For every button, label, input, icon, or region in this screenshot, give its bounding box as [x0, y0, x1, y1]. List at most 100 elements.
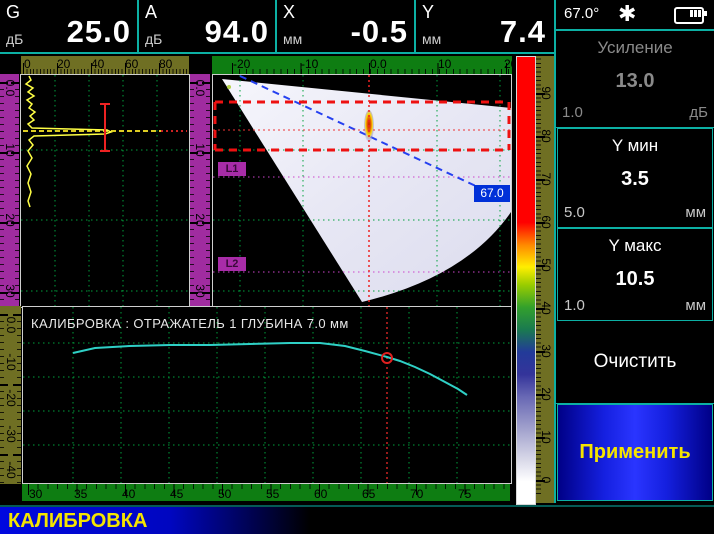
freeze-icon: ✱ — [618, 1, 636, 27]
ascan-amplitude-ruler: 0 20 40 60 80 — [21, 56, 189, 74]
tick-label: 10 — [438, 58, 451, 70]
tick-label: 60 — [540, 215, 552, 228]
readout-value: 94.0 — [205, 14, 269, 50]
sidebar-menu: 67.0° ✱ Усиление 13.0 1.0 дБ Y мин 3.5 5… — [554, 0, 714, 503]
apply-button[interactable]: Применить — [557, 404, 713, 501]
calibration-title: КАЛИБРОВКА : ОТРАЖАТЕЛЬ 1 ГЛУБИНА 7.0 мм — [31, 316, 349, 331]
menu-item-y-min[interactable]: Y мин 3.5 5.0 мм — [557, 128, 713, 228]
ascan-depth-ruler-left: 0.0 10 20 30 — [0, 74, 19, 308]
tick-label: 0.0 — [370, 58, 387, 70]
tick-label: 10 — [540, 430, 552, 443]
ascan-plot — [20, 74, 190, 308]
tick-label: 35 — [74, 488, 87, 500]
menu-item-value: 10.5 — [558, 268, 712, 291]
tick-label: 30 — [540, 344, 552, 357]
menu-item-step: 1.0 — [564, 297, 585, 314]
sector-plot-canvas — [213, 75, 511, 307]
readout-x: X мм -0.5 — [277, 0, 416, 52]
menu-item-title: Y мин — [558, 136, 712, 156]
menu-item-title: Y макс — [558, 236, 712, 256]
menu-item-value: 3.5 — [558, 168, 712, 191]
readout-letter: G — [6, 2, 20, 23]
colorbar-ruler: 9080706050403020100 — [536, 56, 555, 503]
top-measurement-bar: G дБ 25.0 A дБ 94.0 X мм -0.5 Y мм 7.4 — [0, 0, 554, 54]
tick-label: 90 — [540, 86, 552, 99]
readout-unit: мм — [422, 31, 441, 47]
tick-label: 10 — [194, 143, 206, 156]
tick-label: 0.0 — [4, 80, 16, 97]
tick-label: 20 — [4, 213, 16, 226]
readout-gain: G дБ 25.0 — [0, 0, 139, 52]
shared-depth-ruler: 0.0102030 — [190, 74, 210, 308]
ascan-trace — [26, 76, 111, 207]
tick-label: 20 — [540, 387, 552, 400]
menu-item-step: 1.0 — [562, 104, 583, 121]
calibration-plot: КАЛИБРОВКА : ОТРАЖАТЕЛЬ 1 ГЛУБИНА 7.0 мм — [22, 306, 512, 484]
layer-label-l2: L2 — [218, 257, 246, 271]
sector-plot: L1 L2 67.0 — [212, 74, 512, 308]
tick-label: -20 — [233, 58, 250, 70]
readout-unit: дБ — [145, 31, 162, 47]
tick-label: -20 — [5, 389, 17, 406]
readout-value: 25.0 — [67, 14, 131, 50]
bottom-status-bar: КАЛИБРОВКА — [0, 505, 714, 534]
tick-label: 50 — [218, 488, 231, 500]
menu-item-title: Усиление — [556, 38, 714, 58]
readout-letter: A — [145, 2, 157, 23]
calibration-plot-canvas — [23, 307, 511, 483]
tick-label: -30 — [5, 425, 17, 442]
tick-label: 65 — [362, 488, 375, 500]
menu-item-value: 13.0 — [556, 70, 714, 93]
clear-button[interactable]: Очистить — [556, 321, 714, 404]
tick-label: 40 — [91, 58, 104, 70]
tick-label: 80 — [159, 58, 172, 70]
tick-label: 20 — [194, 213, 206, 226]
current-mode-label: КАЛИБРОВКА — [8, 510, 147, 533]
readout-y: Y мм 7.4 — [416, 0, 552, 52]
tick-label: -40 — [5, 461, 17, 478]
calibration-db-ruler: 0.0-10-20-30-40 — [0, 306, 21, 484]
tick-label: 20 — [504, 58, 512, 70]
tick-label: 0.0 — [194, 80, 206, 97]
menu-item-gain[interactable]: Усиление 13.0 1.0 дБ — [556, 31, 714, 128]
readout-letter: Y — [422, 2, 434, 23]
calibration-x-ruler: 30354045505560657075 — [22, 484, 510, 501]
tcg-curve — [73, 343, 467, 395]
layer-label-l1: L1 — [218, 162, 246, 176]
tick-label: 60 — [125, 58, 138, 70]
readout-value: 7.4 — [500, 14, 546, 50]
sector-surface-dot — [227, 85, 231, 89]
readout-amplitude: A дБ 94.0 — [139, 0, 277, 52]
tick-label: 0 — [540, 477, 552, 484]
tick-label: 30 — [29, 488, 42, 500]
menu-item-y-max[interactable]: Y макс 10.5 1.0 мм — [557, 228, 713, 321]
tick-label: 30 — [4, 284, 16, 297]
sector-x-ruler: -20 -10 0.0 10 20 — [212, 56, 512, 74]
readout-letter: X — [283, 2, 295, 23]
tick-label: 40 — [540, 301, 552, 314]
tick-label: 20 — [57, 58, 70, 70]
tick-label: 80 — [540, 129, 552, 142]
readout-unit: мм — [283, 31, 302, 47]
tick-label: 60 — [314, 488, 327, 500]
ascan-gate-cursor — [100, 104, 110, 151]
tick-label: -10 — [301, 58, 318, 70]
tick-label: 45 — [170, 488, 183, 500]
ascan-plot-canvas — [21, 75, 189, 307]
device-screen: G дБ 25.0 A дБ 94.0 X мм -0.5 Y мм 7.4 0… — [0, 0, 714, 534]
battery-icon — [674, 7, 704, 24]
tick-label: 70 — [410, 488, 423, 500]
readout-value: -0.5 — [351, 14, 408, 50]
tick-label: 10 — [4, 143, 16, 156]
beam-angle-badge: 67.0 — [474, 185, 510, 202]
menu-item-unit: дБ — [689, 104, 708, 121]
tick-label: 0.0 — [5, 317, 17, 334]
readout-unit: дБ — [6, 31, 23, 47]
tick-label: 55 — [266, 488, 279, 500]
menu-item-step: 5.0 — [564, 204, 585, 221]
amplitude-colorbar — [516, 56, 536, 505]
probe-angle-readout: 67.0° — [564, 5, 599, 22]
menu-item-unit: мм — [685, 297, 706, 314]
tick-label: 0 — [24, 58, 31, 70]
tick-label: 50 — [540, 258, 552, 271]
